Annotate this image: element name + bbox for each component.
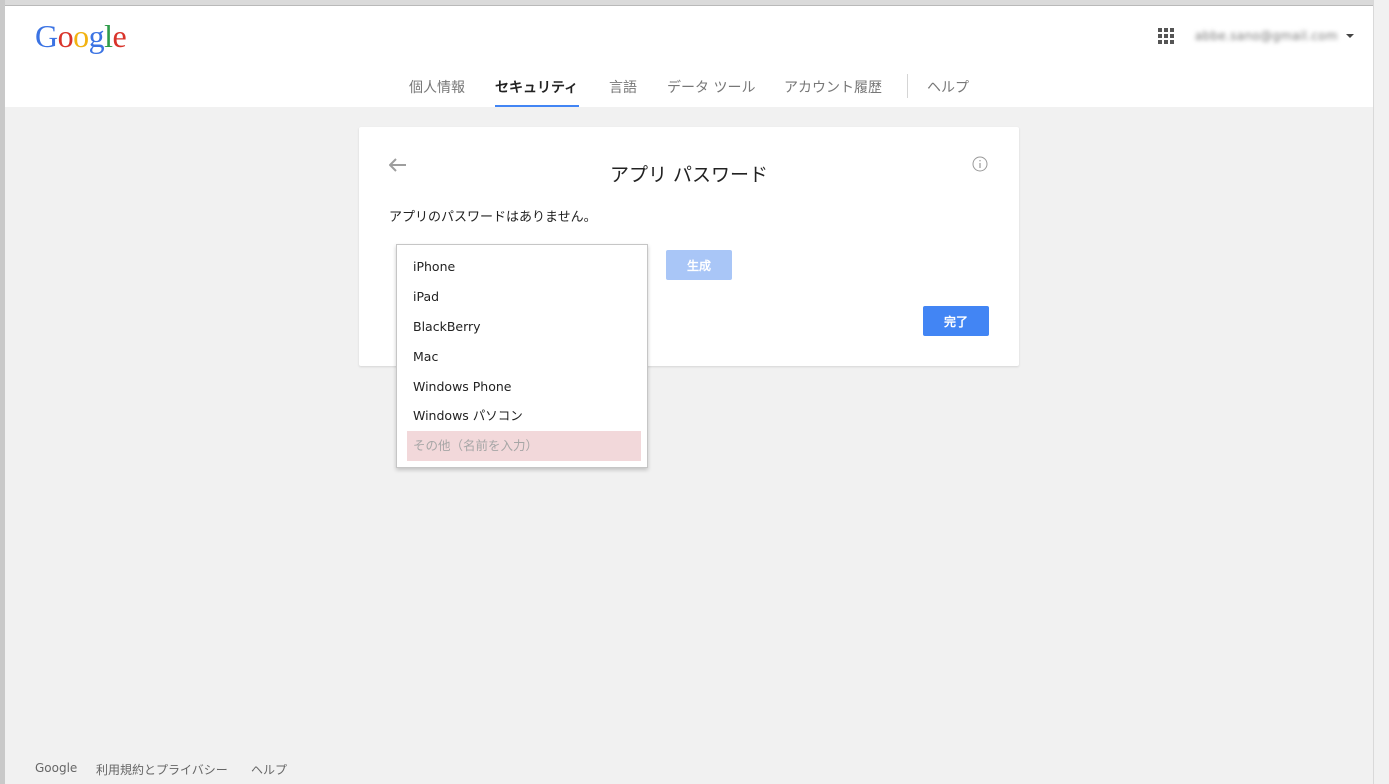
footer-link-terms-privacy[interactable]: 利用規約とプライバシー	[96, 761, 228, 778]
dropdown-option-ipad[interactable]: iPad	[407, 282, 641, 312]
footer-link-help[interactable]: ヘルプ	[251, 761, 287, 778]
tab-security[interactable]: セキュリティ	[495, 77, 579, 107]
device-select-dropdown[interactable]: iPhone iPad BlackBerry Mac Windows Phone…	[396, 244, 648, 468]
logo-letter: e	[112, 18, 127, 54]
no-passwords-message: アプリのパスワードはありません。	[389, 210, 597, 225]
tab-personal-info[interactable]: 個人情報	[409, 77, 465, 107]
caret-down-icon	[1345, 34, 1354, 38]
logo-letter: g	[88, 18, 105, 54]
dropdown-option-other[interactable]: その他（名前を入力）	[407, 431, 641, 461]
scrollbar-track[interactable]	[1373, 0, 1389, 784]
logo-letter: o	[57, 18, 74, 54]
page-title: アプリ パスワード	[609, 164, 769, 186]
dropdown-option-windows-phone[interactable]: Windows Phone	[407, 372, 641, 402]
tab-data-tools[interactable]: データ ツール	[667, 77, 755, 107]
apps-grid-icon[interactable]	[1158, 28, 1174, 44]
dropdown-option-iphone[interactable]: iPhone	[407, 252, 641, 282]
google-logo[interactable]: Google	[35, 18, 127, 55]
logo-letter: G	[35, 18, 58, 54]
nav-divider	[907, 74, 908, 98]
header: Google abbe.sano@gmail.com 個人情報 セキュリティ 言…	[5, 6, 1373, 107]
logo-letter: o	[73, 18, 89, 54]
account-email: abbe.sano@gmail.com	[1195, 29, 1338, 43]
tab-language[interactable]: 言語	[609, 77, 637, 107]
window-left-border	[0, 0, 5, 784]
done-button[interactable]: 完了	[923, 306, 989, 336]
nav-tabs: 個人情報 セキュリティ 言語 データ ツール アカウント履歴 ヘルプ	[5, 72, 1373, 107]
logo-letter: l	[104, 18, 113, 54]
dropdown-option-mac[interactable]: Mac	[407, 342, 641, 372]
footer-link-google[interactable]: Google	[35, 761, 77, 775]
dropdown-option-blackberry[interactable]: BlackBerry	[407, 312, 641, 342]
account-menu[interactable]: abbe.sano@gmail.com	[1195, 28, 1354, 44]
info-icon[interactable]	[972, 156, 988, 172]
tab-account-history[interactable]: アカウント履歴	[784, 77, 882, 107]
tab-help[interactable]: ヘルプ	[927, 77, 969, 107]
dropdown-option-windows-pc[interactable]: Windows パソコン	[407, 401, 641, 431]
generate-button[interactable]: 生成	[666, 250, 732, 280]
